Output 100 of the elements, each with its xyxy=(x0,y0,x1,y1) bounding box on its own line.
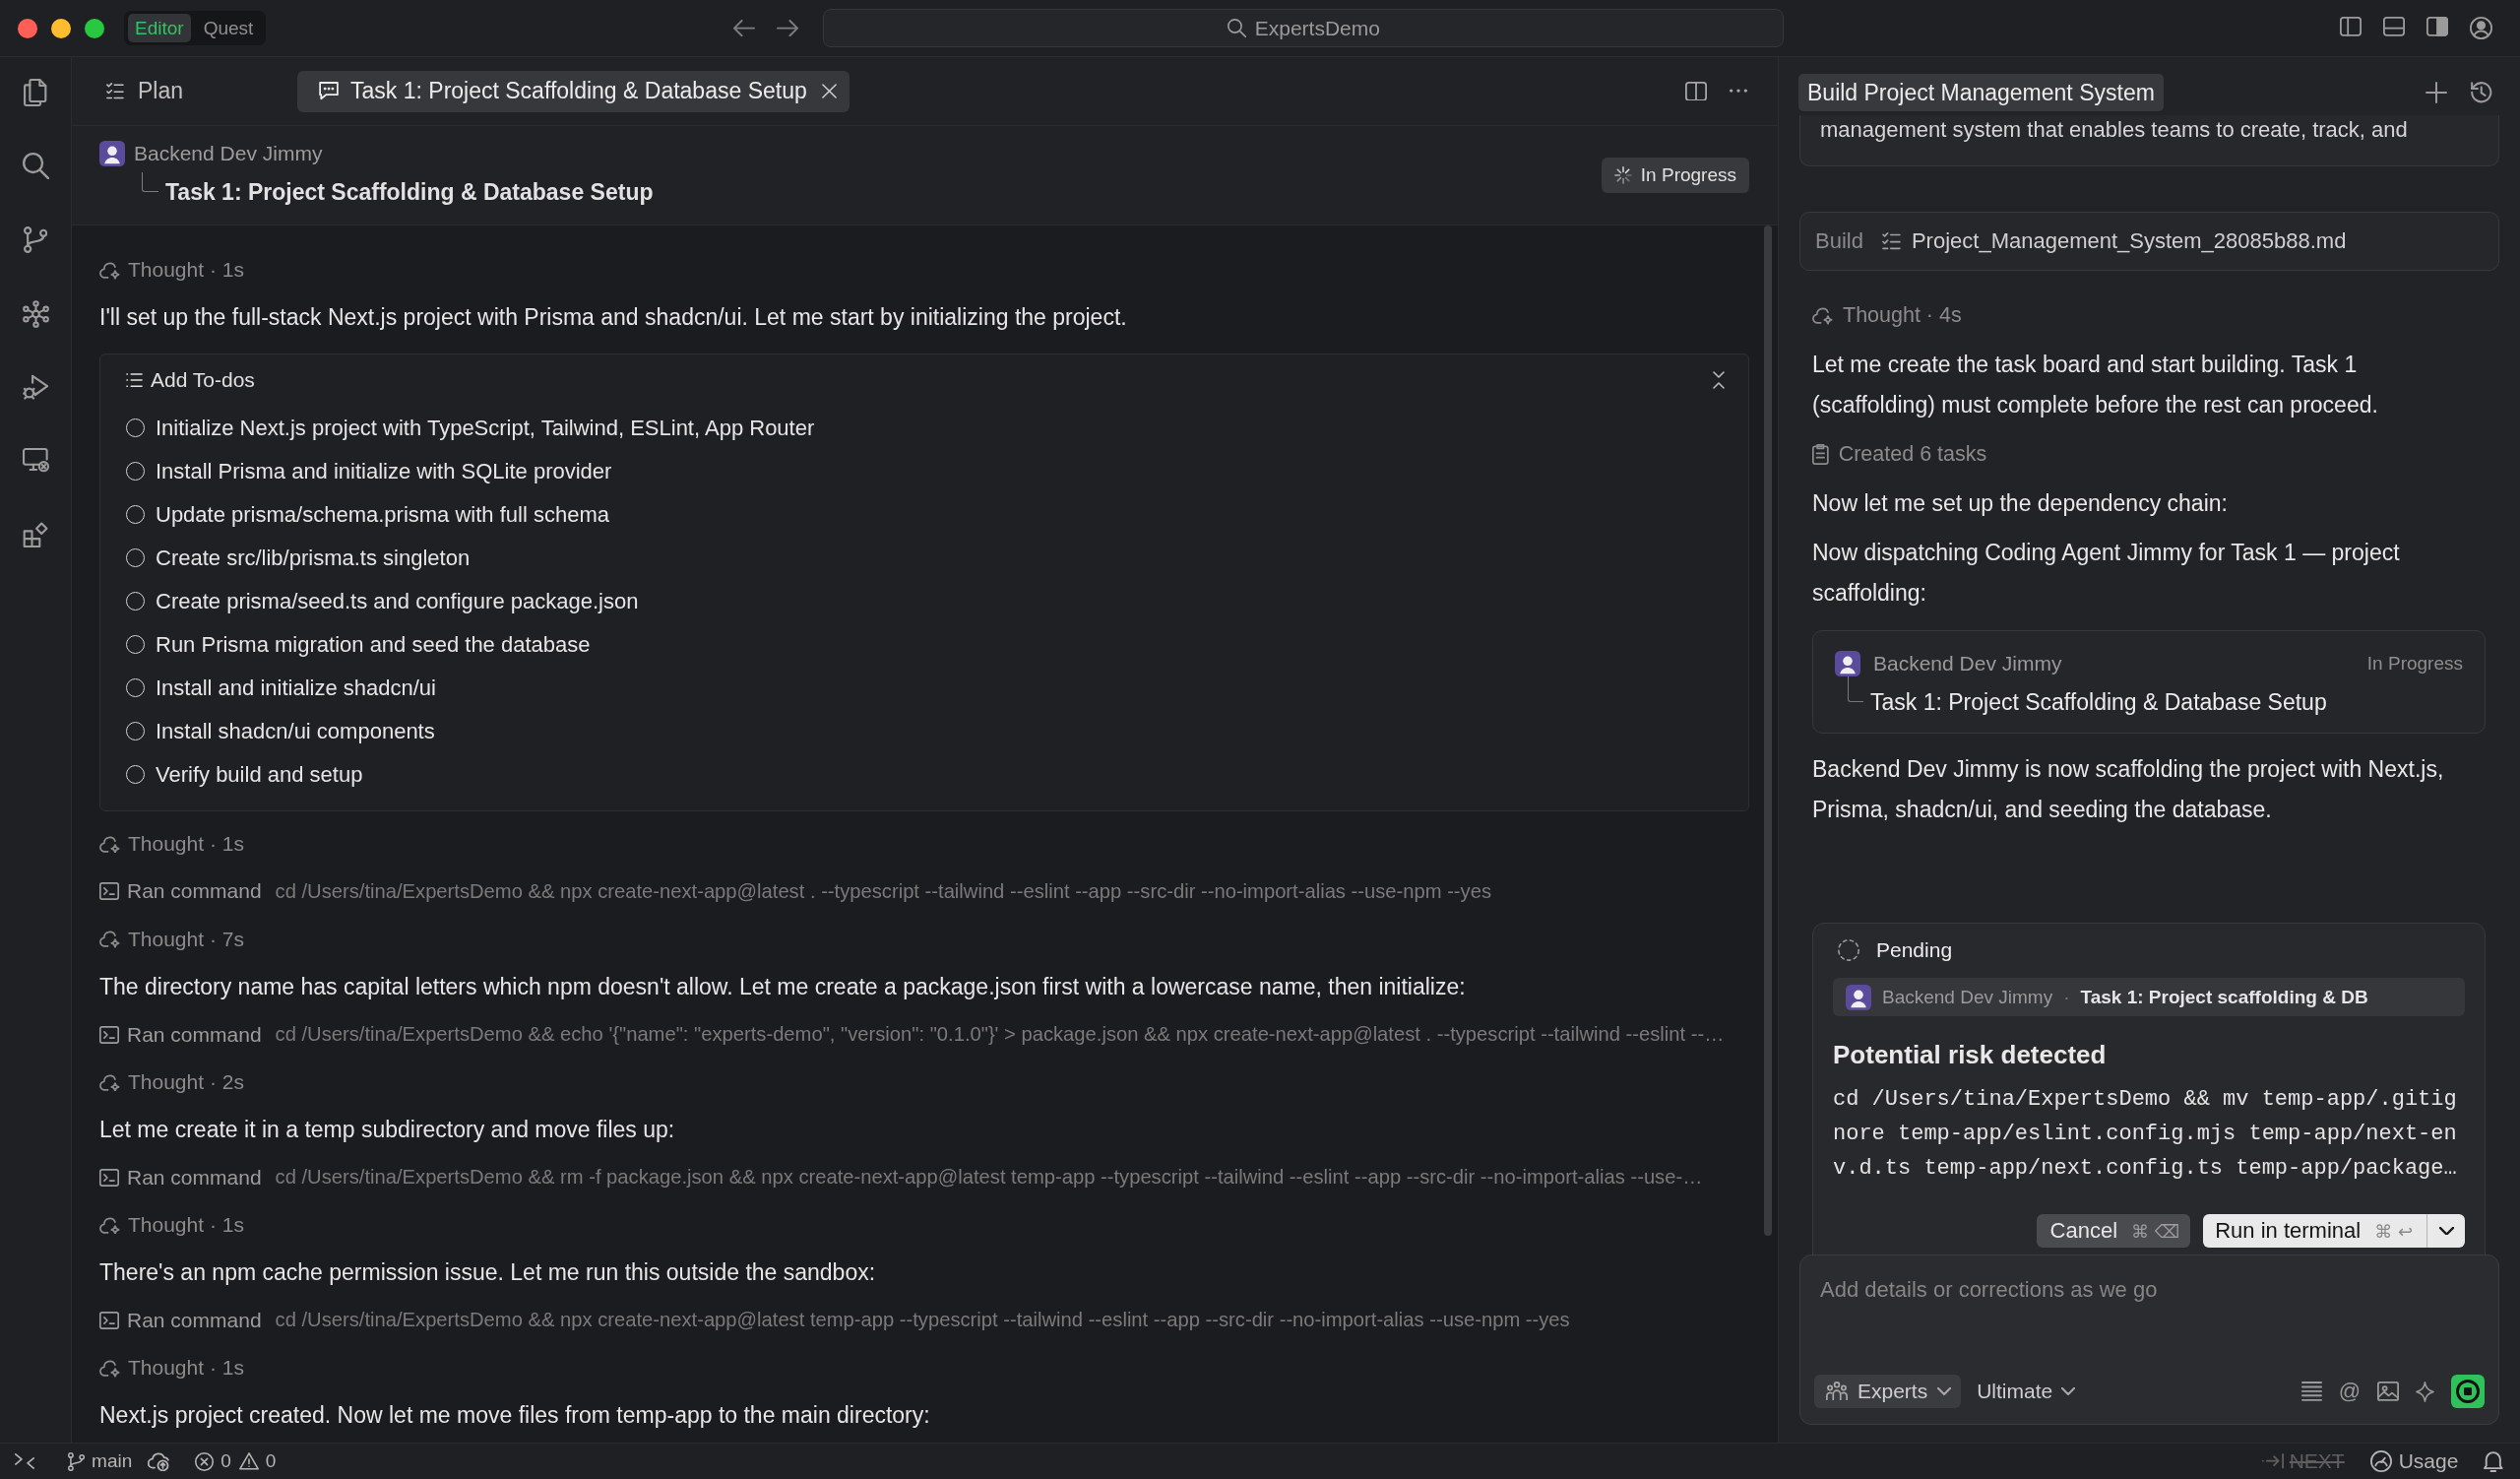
thought-label: Thought · 1s xyxy=(128,831,244,856)
sidebar-left-icon[interactable] xyxy=(2340,17,2362,36)
image-icon[interactable] xyxy=(2377,1382,2400,1401)
message-input[interactable]: Add details or corrections as we go xyxy=(1814,1255,2485,1371)
run-debug-icon[interactable] xyxy=(22,374,49,401)
tree-connector xyxy=(142,172,158,192)
message-text: There's an npm cache permission issue. Let me run this outside the sandbox: xyxy=(99,1259,876,1286)
command-text: cd /Users/tina/ExpertsDemo && npx create-next-app@latest temp-app --typescript --tailwind --eslint --app --src-dir --no-import-alias --use-npm --yes xyxy=(275,1309,1570,1332)
cancel-button[interactable]: Cancel ⌘ ⌫ xyxy=(2036,1214,2191,1248)
error-icon xyxy=(195,1451,215,1471)
branch-icon xyxy=(68,1451,86,1471)
mode-tab[interactable]: Quest xyxy=(196,14,261,42)
close-window-button[interactable] xyxy=(18,18,37,38)
cloud-upload-icon[interactable] xyxy=(148,1450,170,1472)
terminal-icon xyxy=(99,1025,119,1044)
node-graph-icon[interactable] xyxy=(22,300,49,328)
mode-dropdown[interactable]: Experts xyxy=(1814,1375,1962,1408)
panel-bottom-icon[interactable] xyxy=(2383,17,2405,36)
command-text: cd /Users/tina/ExpertsDemo && echo '{"name": "experts-demo", "version": "0.1.0"}' > package.json && npx create-next-app@latest . --typescript --tailwind --eslint --… xyxy=(275,1023,1725,1047)
todo-text: Initialize Next.js project with TypeScript, Tailwind, ESLint, App Router xyxy=(156,415,815,441)
remote-monitor-icon[interactable] xyxy=(22,448,49,473)
mode-tab[interactable]: Editor xyxy=(128,14,191,42)
todo-text: Create src/lib/prisma.ts singleton xyxy=(156,545,471,571)
cloud-sparkle-icon xyxy=(99,930,120,949)
warnings-button[interactable]: 0 xyxy=(238,1447,277,1476)
command-text: cd /Users/tina/ExpertsDemo && rm -f package.json && npx create-next-app@latest temp-app --typescript --tailwind --eslint --app --src-dir --no-import-alias --use-… xyxy=(275,1166,1703,1190)
task-name: Task 1: Project scaffolding & DB xyxy=(2080,986,2368,1008)
command-label: Ran command xyxy=(127,1308,262,1332)
agent-name: Backend Dev Jimmy xyxy=(1873,652,2062,675)
todo-text: Update prisma/schema.prisma with full schema xyxy=(156,501,609,528)
thought-label: Thought · 7s xyxy=(128,927,244,951)
more-icon[interactable] xyxy=(1729,89,1748,94)
mention-button[interactable]: @ xyxy=(2338,1379,2362,1404)
command-text: cd /Users/tina/ExpertsDemo && npx create-next-app@latest . --typescript --tailwind --eslint --app --src-dir --no-import-alias --use-npm --yes xyxy=(275,879,1491,903)
scrollbar[interactable] xyxy=(1764,225,1772,1236)
history-icon[interactable] xyxy=(2471,82,2492,103)
collapse-icon[interactable] xyxy=(1713,370,1725,389)
sidebar-right-icon[interactable] xyxy=(2426,17,2448,36)
chat-title: Build Project Management System xyxy=(1798,74,2164,111)
cloud-sparkle-icon xyxy=(1812,306,1833,325)
cloud-sparkle-icon xyxy=(99,834,120,854)
stop-icon xyxy=(2456,1380,2480,1403)
zoom-window-button[interactable] xyxy=(85,18,104,38)
close-icon[interactable] xyxy=(821,84,837,98)
run-in-terminal-button[interactable]: Run in terminal ⌘ ↩ xyxy=(2203,1214,2426,1248)
arrow-to-line-icon xyxy=(2261,1453,2284,1469)
run-options-dropdown[interactable] xyxy=(2426,1214,2465,1248)
file-name: Project_Management_System_28085b88.md xyxy=(1911,228,2347,254)
command-center-search[interactable]: ExpertsDemo xyxy=(823,9,1785,47)
bell-icon[interactable] xyxy=(2484,1450,2503,1472)
pending-icon xyxy=(1838,939,1859,961)
excerpt-text: management system that enables teams to create, track, and xyxy=(1820,117,2408,142)
sparkle-icon[interactable] xyxy=(2416,1381,2434,1402)
activity-label: Created 6 tasks xyxy=(1838,442,1987,467)
split-editor-icon[interactable] xyxy=(1685,81,1707,101)
extensions-icon[interactable] xyxy=(23,522,48,547)
chevron-down-icon xyxy=(2061,1387,2076,1395)
minimize-window-button[interactable] xyxy=(51,18,71,38)
avatar-icon xyxy=(99,141,125,166)
chevron-down-icon xyxy=(1937,1387,1952,1395)
usage-button[interactable]: Usage xyxy=(2369,1447,2459,1476)
files-icon[interactable] xyxy=(24,79,47,106)
back-icon[interactable] xyxy=(733,19,756,37)
thought-label: Thought · 1s xyxy=(128,1213,244,1238)
thought-label: Thought · 2s xyxy=(128,1069,244,1094)
task-chat-tab[interactable]: Task 1: Project Scaffolding & Database Setup xyxy=(297,70,850,112)
people-icon xyxy=(1826,1382,1848,1401)
command-label: Ran command xyxy=(127,1165,262,1190)
checklist-icon xyxy=(1881,232,1901,250)
stop-button[interactable] xyxy=(2451,1375,2485,1408)
model-dropdown[interactable]: Ultimate xyxy=(1977,1380,2076,1403)
cloud-sparkle-icon xyxy=(99,1358,120,1378)
message-composer[interactable]: Add details or corrections as we go Experts Ultimate @ xyxy=(1799,1254,2499,1425)
errors-button[interactable]: 0 xyxy=(195,1447,231,1476)
thought-label: Thought · 1s xyxy=(128,258,244,283)
todo-text: Install Prisma and initialize with SQLite provider xyxy=(156,458,612,484)
avatar-icon xyxy=(1835,651,1860,676)
attachment-card[interactable]: Build Project_Management_System_28085b88.md xyxy=(1799,212,2499,271)
branch-button[interactable]: main xyxy=(68,1447,133,1476)
message-text: Next.js project created. Now let me move files from temp-app to the main directory: xyxy=(99,1402,930,1430)
plus-icon[interactable] xyxy=(2426,82,2447,103)
task-card[interactable]: Backend Dev Jimmy In Progress Task 1: Project Scaffolding & Database Setup xyxy=(1812,630,2486,734)
forward-icon[interactable] xyxy=(777,19,799,37)
thought-label: Thought · 4s xyxy=(1843,303,1962,328)
agent-name: Backend Dev Jimmy xyxy=(134,142,323,165)
search-icon[interactable] xyxy=(22,153,49,179)
command-text: cd /Users/tina/ExpertsDemo && mv temp-app/.gitignore temp-app/eslint.config.mjs temp-app/next-env.d.ts temp-app/next.config.ts temp-app/package… xyxy=(1833,1086,2457,1183)
list-icon xyxy=(126,372,143,387)
account-icon[interactable] xyxy=(2470,17,2492,39)
todo-text: Install and initialize shadcn/ui xyxy=(156,675,436,701)
source-control-icon[interactable] xyxy=(23,226,48,253)
text-lines-icon[interactable] xyxy=(2300,1382,2322,1401)
agent-name: Backend Dev Jimmy xyxy=(1882,986,2053,1008)
remote-icon[interactable] xyxy=(15,1453,34,1469)
todo-text: Verify build and setup xyxy=(156,761,363,788)
cloud-sparkle-icon xyxy=(99,1072,120,1092)
gauge-icon xyxy=(2369,1450,2392,1472)
thought-label: Thought · 1s xyxy=(128,1356,244,1381)
message-text: Now let me set up the dependency chain: xyxy=(1812,489,2229,518)
plan-tab[interactable]: Plan xyxy=(89,70,200,112)
